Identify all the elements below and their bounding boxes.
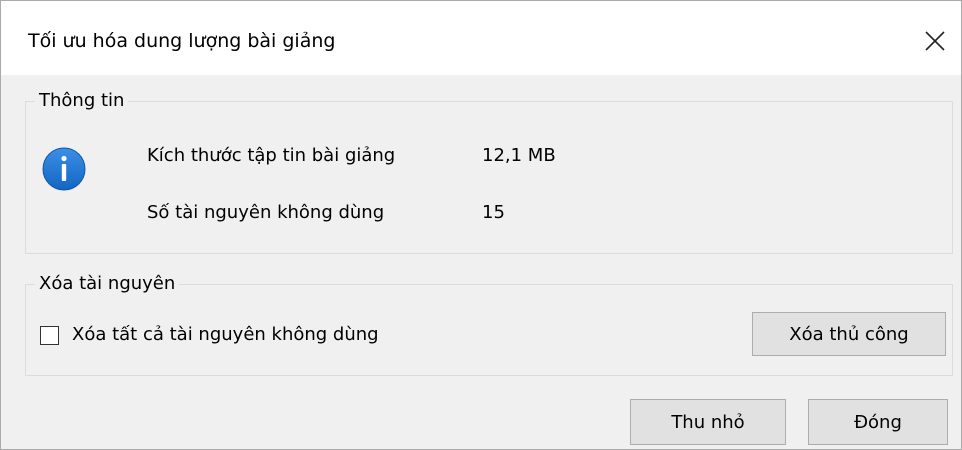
checkbox-box[interactable]: [40, 325, 59, 345]
delete-all-unused-checkbox[interactable]: Xóa tất cả tài nguyên không dùng: [40, 322, 379, 348]
file-size-value: 12,1 MB: [482, 145, 556, 166]
unused-resources-value: 15: [482, 202, 505, 223]
title-bar: Tối ưu hóa dung lượng bài giảng: [1, 1, 961, 75]
delete-resources-groupbox: Xóa tài nguyên Xóa tất cả tài nguyên khô…: [25, 272, 953, 376]
dialog-window: Tối ưu hóa dung lượng bài giảng Thông ti…: [0, 0, 962, 450]
close-dialog-button[interactable]: Đóng: [808, 399, 948, 445]
info-icon: [42, 147, 86, 191]
file-size-label: Kích thước tập tin bài giảng: [147, 145, 396, 166]
info-group-legend: Thông tin: [35, 89, 129, 113]
close-button[interactable]: [911, 1, 961, 75]
info-groupbox: Thông tin Kích thước tập tin bài giảng 1…: [25, 89, 953, 254]
unused-resources-label: Số tài nguyên không dùng: [147, 202, 385, 223]
close-icon: [925, 31, 945, 51]
dialog-title: Tối ưu hóa dung lượng bài giảng: [28, 30, 336, 52]
manual-delete-button[interactable]: Xóa thủ công: [752, 312, 946, 356]
shrink-button[interactable]: Thu nhỏ: [630, 399, 786, 445]
delete-group-legend: Xóa tài nguyên: [35, 272, 180, 296]
delete-all-unused-label[interactable]: Xóa tất cả tài nguyên không dùng: [72, 323, 379, 347]
